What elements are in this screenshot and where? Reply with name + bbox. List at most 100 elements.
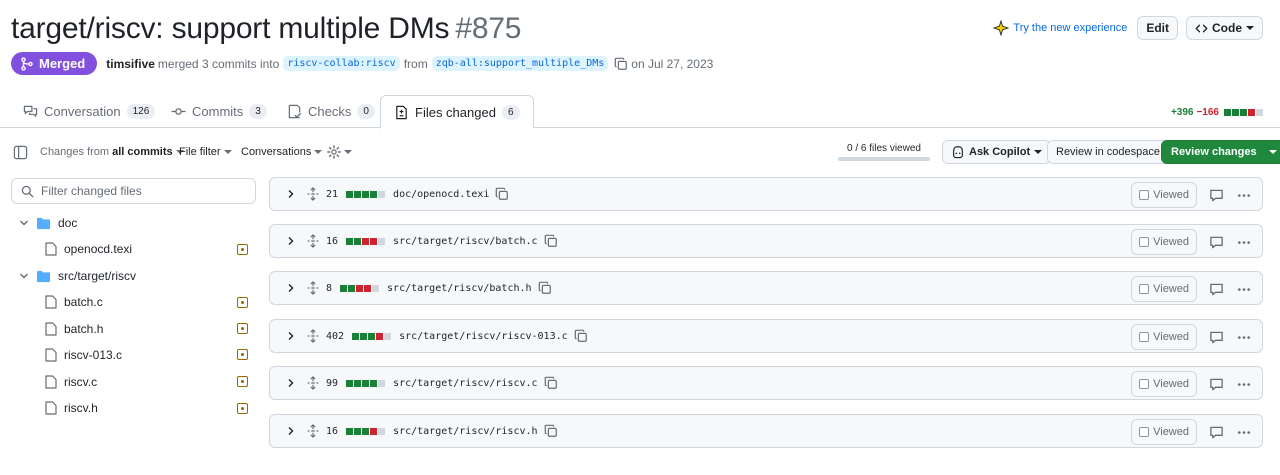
file-path[interactable]: src/target/riscv/riscv-013.c [399, 331, 568, 342]
tab-files-changed[interactable]: Files changed 6 [380, 95, 534, 129]
file-more-options-button[interactable] [1236, 425, 1252, 440]
filter-changed-files-input[interactable]: Filter changed files [11, 178, 256, 204]
kebab-horizontal-icon [1238, 335, 1250, 339]
review-changes-button[interactable]: Review changes [1161, 140, 1280, 164]
viewed-checkbox-button[interactable]: Viewed [1131, 324, 1197, 350]
diffstat-block [354, 379, 362, 387]
viewed-checkbox[interactable] [1139, 284, 1150, 294]
tab-conversation[interactable]: Conversation 126 [23, 95, 156, 128]
expand-all-icon[interactable] [306, 187, 320, 201]
tree-file-batch-c[interactable]: batch.c [45, 291, 103, 313]
chevron-down-icon [1268, 150, 1277, 154]
viewed-checkbox-button[interactable]: Viewed [1131, 419, 1197, 445]
toggle-file-tree-button[interactable] [13, 138, 28, 166]
file-path[interactable]: src/target/riscv/batch.c [393, 236, 538, 247]
tree-file-batch-h[interactable]: batch.h [45, 318, 103, 340]
chevron-down-icon [223, 150, 232, 154]
expand-all-icon[interactable] [306, 424, 320, 438]
file-diff-header[interactable]: 16 src/target/riscv/batch.c Viewed [269, 224, 1263, 258]
comment-icon [1210, 236, 1223, 248]
pr-title-text: target/riscv: support multiple DMs [11, 12, 450, 45]
file-more-options-button[interactable] [1236, 377, 1252, 392]
file-path[interactable]: src/target/riscv/riscv.c [393, 378, 538, 389]
file-path[interactable]: doc/openocd.texi [393, 189, 489, 200]
chevron-right-icon[interactable] [286, 189, 296, 199]
file-more-options-button[interactable] [1236, 282, 1252, 297]
viewed-checkbox[interactable] [1139, 379, 1150, 389]
file-more-options-button[interactable] [1236, 330, 1252, 345]
file-more-options-button[interactable] [1236, 235, 1252, 250]
copy-icon[interactable] [538, 281, 552, 295]
head-branch[interactable]: zqb-all:support_multiple_DMs [431, 56, 609, 71]
copy-icon[interactable] [544, 424, 558, 438]
comment-on-file-button[interactable] [1209, 188, 1224, 203]
tree-file-riscv-h[interactable]: riscv.h [45, 397, 98, 419]
deletions-count: −166 [1196, 107, 1219, 118]
chevron-right-icon[interactable] [286, 426, 296, 436]
chevron-right-icon[interactable] [286, 236, 296, 246]
file-diff-header[interactable]: 21 doc/openocd.texi Viewed [269, 177, 1263, 211]
comment-on-file-button[interactable] [1209, 330, 1224, 345]
diffstat-block [354, 427, 362, 435]
file-diff-header[interactable]: 16 src/target/riscv/riscv.h Viewed [269, 414, 1263, 448]
kebab-horizontal-icon [1238, 193, 1250, 197]
file-diff-header[interactable]: 99 src/target/riscv/riscv.c Viewed [269, 366, 1263, 400]
review-in-codespace-button[interactable]: Review in codespace [1047, 140, 1169, 164]
chevron-right-icon[interactable] [286, 378, 296, 388]
changes-from-label: Changes from [40, 146, 110, 158]
viewed-checkbox-button[interactable]: Viewed [1131, 371, 1197, 397]
chevron-right-icon[interactable] [286, 283, 296, 293]
tree-folder-doc[interactable]: doc [19, 212, 77, 234]
comment-on-file-button[interactable] [1209, 282, 1224, 297]
tab-commits[interactable]: Commits 3 [171, 95, 267, 128]
viewed-checkbox[interactable] [1139, 190, 1150, 200]
tree-folder-src-target-riscv[interactable]: src/target/riscv [19, 265, 136, 287]
changes-from-dropdown[interactable]: Changes from all commits [40, 138, 184, 166]
tab-checks-label: Checks [308, 104, 352, 119]
file-more-options-button[interactable] [1236, 188, 1252, 203]
viewed-checkbox[interactable] [1139, 332, 1150, 342]
file-diff-header[interactable]: 8 src/target/riscv/batch.h Viewed [269, 271, 1263, 305]
chevron-right-icon[interactable] [286, 331, 296, 341]
viewed-checkbox[interactable] [1139, 427, 1150, 437]
file-path[interactable]: src/target/riscv/riscv.h [393, 426, 538, 437]
comment-on-file-button[interactable] [1209, 377, 1224, 392]
viewed-checkbox-button[interactable]: Viewed [1131, 229, 1197, 255]
viewed-label: Viewed [1153, 236, 1189, 248]
base-branch[interactable]: riscv-collab:riscv [283, 56, 400, 71]
file-filter-dropdown[interactable]: File filter [179, 138, 232, 166]
comment-on-file-button[interactable] [1209, 235, 1224, 250]
tree-file-openocd-texi[interactable]: openocd.texi [45, 238, 132, 260]
diffstat-block [362, 237, 370, 245]
copy-icon[interactable] [544, 376, 558, 390]
expand-all-icon[interactable] [306, 281, 320, 295]
conversations-dropdown[interactable]: Conversations [241, 138, 323, 166]
comment-on-file-button[interactable] [1209, 425, 1224, 440]
diff-settings-dropdown[interactable] [327, 138, 352, 166]
chevron-down-icon [1034, 150, 1043, 154]
edit-button[interactable]: Edit [1137, 16, 1178, 40]
file-modified-icon [237, 403, 248, 414]
expand-all-icon[interactable] [306, 376, 320, 390]
expand-all-icon[interactable] [306, 234, 320, 248]
copy-icon[interactable] [544, 234, 558, 248]
try-new-experience-link[interactable]: Try the new experience [993, 20, 1127, 36]
copy-branch-button[interactable] [614, 57, 628, 71]
author-link[interactable]: timsifive [106, 57, 155, 71]
tab-checks[interactable]: Checks 0 [287, 95, 375, 128]
viewed-checkbox[interactable] [1139, 237, 1150, 247]
tree-file-riscv-c[interactable]: riscv.c [45, 371, 97, 393]
file-path[interactable]: src/target/riscv/batch.h [387, 283, 532, 294]
viewed-checkbox-button[interactable]: Viewed [1131, 276, 1197, 302]
code-button[interactable]: Code [1186, 16, 1263, 40]
copy-icon[interactable] [574, 329, 588, 343]
ask-copilot-button[interactable]: Ask Copilot [942, 140, 1052, 164]
viewed-checkbox-button[interactable]: Viewed [1131, 182, 1197, 208]
tab-commits-label: Commits [192, 104, 244, 119]
tree-file-riscv-013-c[interactable]: riscv-013.c [45, 344, 122, 366]
file-icon [45, 295, 57, 309]
expand-all-icon[interactable] [306, 329, 320, 343]
file-diff-header[interactable]: 402 src/target/riscv/riscv-013.c Viewed [269, 319, 1263, 353]
copy-icon[interactable] [495, 187, 509, 201]
diffstat-block [346, 237, 354, 245]
